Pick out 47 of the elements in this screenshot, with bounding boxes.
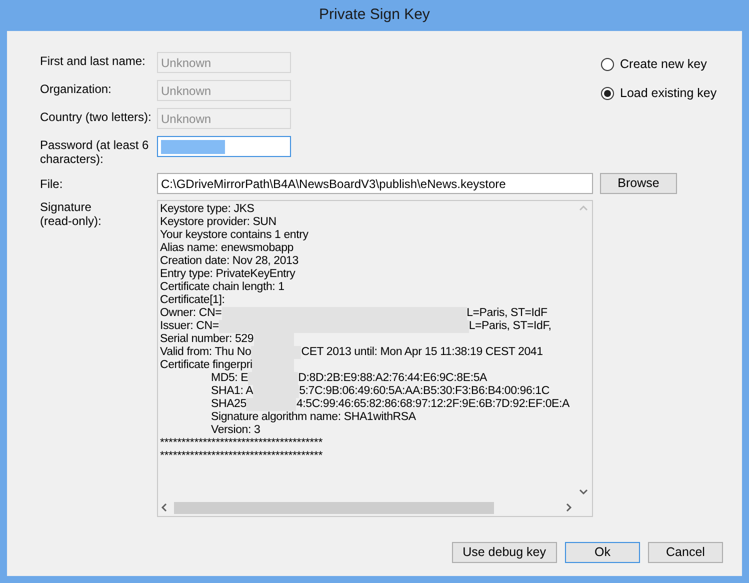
radio-button[interactable] [601, 86, 614, 100]
signature-text: Serial number: 529 [160, 333, 254, 346]
signature-text: SHA1: A [211, 385, 254, 398]
signature-text: Issuer: CN= [160, 320, 219, 333]
signature-text: Keystore type: JKS [160, 203, 254, 216]
signature-text: Certificate chain length: 1 [160, 281, 284, 294]
scrollbar-thumb[interactable] [174, 502, 494, 514]
signature-text: Creation date: Nov 28, 2013 [160, 255, 298, 268]
signature-text: Version: 3 [211, 424, 260, 437]
signature-text: Your keystore contains 1 entry [160, 229, 308, 242]
file-path-field[interactable]: C:\GDriveMirrorPath\B4A\NewsBoardV3\publish\eNews.keystore [157, 173, 593, 194]
field-label: Organization: [40, 81, 112, 96]
field-label: File: [40, 176, 64, 192]
input-field[interactable] [157, 136, 291, 157]
signature-text: 4:5C:99:46:65:82:86:68:97:12:2F:9E:6B:7D:92:EF:0E:A [296, 398, 570, 411]
signature-text: Signature algorithm name: SHA1withRSA [211, 411, 416, 424]
signature-text: Valid from: Thu No [160, 346, 252, 359]
signature-text: ************************************** [160, 437, 322, 450]
radio-option[interactable]: Load existing key [601, 84, 717, 102]
signature-text: Alias name: enewsmobapp [160, 242, 294, 255]
dialog-button[interactable]: Ok [565, 542, 640, 563]
signature-text: 5:7C:9B:06:49:60:5A:AA:B5:30:F3:B6:B4:00:96:1C [299, 385, 550, 398]
signature-text-area[interactable] [157, 200, 593, 517]
signature-text: D:8D:2B:E9:88:A2:76:44:E6:9C:8E:5A [298, 372, 487, 385]
window-title: Private Sign Key [319, 5, 430, 26]
redacted-text-drawing [161, 138, 225, 154]
signature-text: ************************************** [160, 450, 322, 463]
signature-text: Keystore provider: SUN [160, 216, 276, 229]
signature-text: SHA25 [211, 398, 246, 411]
signature-text: Certificate fingerpri [160, 359, 252, 372]
signature-text: L=Paris, ST=IdF, [468, 320, 552, 333]
field-label: Country (two letters): [40, 109, 152, 124]
browse-button[interactable]: Browse [600, 173, 677, 194]
radio-button[interactable] [601, 58, 614, 71]
signature-text: CET 2013 until: Mon Apr 15 11:38:19 CEST 2041 [301, 346, 543, 359]
signature-text: MD5: E [211, 372, 248, 385]
signature-text: Owner: CN= [160, 307, 222, 320]
scroll-down-icon[interactable] [579, 489, 588, 495]
radio-option[interactable]: Create new key [601, 55, 717, 74]
field-label: Signature (read-only): [40, 200, 102, 228]
signature-text: Entry type: PrivateKeyEntry [160, 268, 296, 281]
field-label: Password (at least 6 characters): [40, 137, 150, 166]
signature-text: Certificate[1]: [160, 294, 225, 307]
dialog-button[interactable]: Use debug key [452, 542, 557, 563]
field-label: First and last name: [40, 53, 146, 68]
signature-text: L=Paris, ST=IdF [466, 307, 548, 320]
dialog-button[interactable]: Cancel [648, 542, 723, 563]
